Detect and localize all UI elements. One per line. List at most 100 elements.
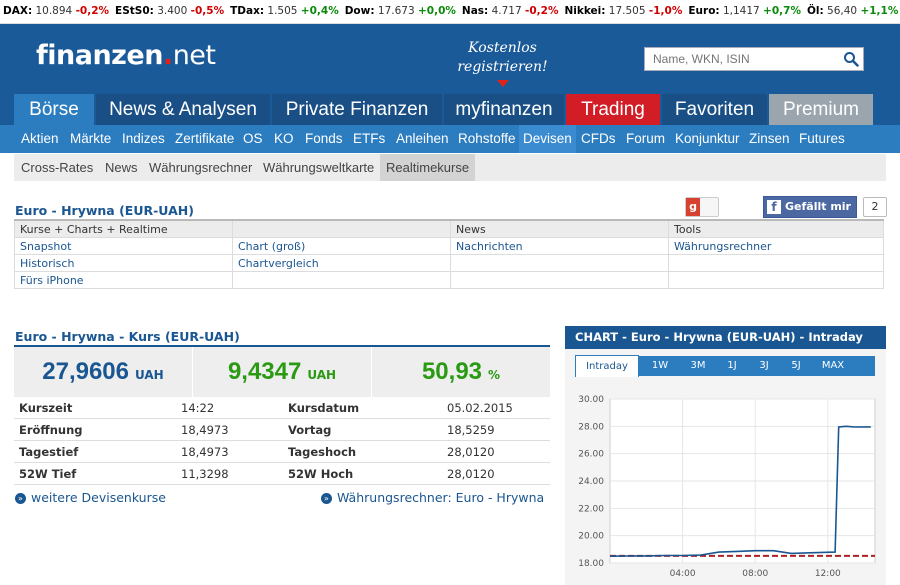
links-empty-cell [668, 254, 884, 272]
detail-value: 18,4973 [176, 418, 283, 441]
promo-line-1: Kostenlos [468, 40, 537, 56]
nav-trading[interactable]: Trading [566, 94, 660, 125]
chart-range-tabs: Intraday 1W 3M 1J 3J 5J MAX [575, 355, 875, 377]
link-historisch[interactable]: Historisch [14, 254, 233, 272]
nav-private-finanzen[interactable]: Private Finanzen [272, 94, 442, 125]
currency-subnav: Cross-Rates News Währungsrechner Währung… [14, 154, 886, 181]
link-waehrungsrechner-euro-hrywna[interactable]: » Währungsrechner: Euro - Hrywna [321, 490, 544, 505]
ticker-value: 1,1417 [719, 5, 764, 17]
link-iphone[interactable]: Fürs iPhone [14, 271, 233, 289]
nav-favoriten[interactable]: Favoriten [662, 94, 767, 125]
range-tab-3j[interactable]: 3J [751, 356, 777, 376]
subnav-indizes[interactable]: Indizes [122, 125, 165, 153]
range-tab-intraday[interactable]: Intraday [575, 355, 639, 377]
main-navigation: Börse News & Analysen Private Finanzen m… [0, 94, 900, 125]
ticker-item[interactable]: Nikkei: 17.505 -1,0% [564, 0, 682, 23]
links-empty-cell [450, 271, 669, 289]
subsub-realtimekurse[interactable]: Realtimekurse [380, 154, 476, 181]
subnav-anleihen[interactable]: Anleihen [396, 125, 449, 153]
register-promo[interactable]: Kostenlos registrieren! [455, 39, 550, 77]
subsub-waehrungsrechner[interactable]: Währungsrechner [149, 154, 252, 181]
ticker-name: DAX: [3, 5, 33, 17]
ticker-change: -0,2% [75, 5, 110, 17]
ticker-item[interactable]: Nas: 4.717 -0,2% [462, 0, 559, 23]
link-weitere-devisenkurse[interactable]: » weitere Devisenkurse [15, 490, 166, 505]
chevron-right-icon: » [15, 493, 26, 504]
ticker-name: EStS0: [115, 5, 154, 17]
subnav-konjunktur[interactable]: Konjunktur [675, 125, 740, 153]
gplus-button[interactable]: g+1 [685, 197, 719, 231]
gplus-icon: g [686, 198, 700, 216]
ticker-item[interactable]: TDax: 1.505 +0,4% [230, 0, 339, 23]
subnav-zinsen[interactable]: Zinsen [749, 125, 790, 153]
link-waehrungsrechner[interactable]: Währungsrechner [668, 237, 884, 255]
subnav-ko[interactable]: KO [274, 125, 294, 153]
range-tab-3m[interactable]: 3M [683, 356, 713, 376]
subnav-maerkte[interactable]: Märkte [70, 125, 111, 153]
site-logo[interactable]: finanzen.net [36, 40, 216, 71]
nav-myfinanzen[interactable]: myfinanzen [444, 94, 564, 125]
ticker-change: -0,5% [190, 5, 225, 17]
links-header-tools: Tools [668, 219, 884, 238]
range-tab-5j[interactable]: 5J [783, 356, 809, 376]
y-tick-label: 18.00 [578, 559, 604, 569]
detail-label: Kurszeit [14, 397, 176, 419]
subsub-waehrungsweltkarte[interactable]: Währungsweltkarte [263, 154, 374, 181]
subnav-os[interactable]: OS [243, 125, 263, 153]
nav-boerse[interactable]: Börse [14, 94, 94, 125]
promo-line-2: registrieren! [457, 59, 548, 75]
facebook-like-button[interactable]: f Gefällt mir [763, 196, 857, 218]
search-icon[interactable] [843, 51, 859, 67]
y-tick-label: 20.00 [578, 532, 604, 542]
sub-navigation: Aktien Märkte Indizes Zertifikate OS KO … [0, 125, 900, 153]
link-chartvergleich[interactable]: Chartvergleich [232, 254, 451, 272]
link-snapshot[interactable]: Snapshot [14, 237, 233, 255]
ticker-change: +1,1% [860, 5, 899, 17]
ticker-item[interactable]: Euro: 1,1417 +0,7% [688, 0, 801, 23]
detail-value: 28,0120 [442, 440, 550, 463]
y-tick-label: 30.00 [578, 395, 604, 405]
range-tab-1j[interactable]: 1J [719, 356, 745, 376]
subsub-cross-rates[interactable]: Cross-Rates [21, 154, 93, 181]
ticker-value: 17.673 [374, 5, 418, 17]
ticker-name: TDax: [230, 5, 265, 17]
quote-price: 27,9606 UAH [14, 347, 192, 397]
subnav-zertifikate[interactable]: Zertifikate [175, 125, 234, 153]
detail-label: 52W Hoch [283, 462, 442, 485]
detail-value: 11,3298 [176, 462, 283, 485]
ticker-item[interactable]: EStS0: 3.400 -0,5% [115, 0, 224, 23]
ticker-item[interactable]: DAX: 10.894 -0,2% [3, 0, 109, 23]
nav-news-analysen[interactable]: News & Analysen [96, 94, 270, 125]
subnav-fonds[interactable]: Fonds [305, 125, 343, 153]
search-box [644, 47, 864, 71]
ticker-value: 1.505 [264, 5, 301, 17]
ticker-name: Nas: [461, 5, 489, 17]
detail-value: 18,4973 [176, 440, 283, 463]
range-tab-1w[interactable]: 1W [645, 356, 675, 376]
subnav-aktien[interactable]: Aktien [21, 125, 59, 153]
ticker-item[interactable]: Öl: 56,40 +1,1% [807, 0, 898, 23]
search-input[interactable] [645, 48, 843, 70]
detail-value: 05.02.2015 [442, 397, 550, 419]
link-label: weitere Devisenkurse [31, 490, 166, 505]
ticker-change: +0,0% [417, 5, 456, 17]
subnav-devisen[interactable]: Devisen [519, 125, 576, 153]
link-chart-gross[interactable]: Chart (groß) [232, 237, 451, 255]
ticker-change: +0,4% [300, 5, 339, 17]
subnav-forum[interactable]: Forum [626, 125, 665, 153]
subnav-futures[interactable]: Futures [799, 125, 845, 153]
ticker-name: Euro: [688, 5, 720, 17]
ticker-item[interactable]: Dow: 17.673 +0,0% [345, 0, 456, 23]
facebook-like-count: 2 [863, 197, 887, 217]
range-tab-max[interactable]: MAX [817, 356, 849, 376]
change-value: 9,4347 [227, 358, 302, 385]
quote-title: Euro - Hrywna - Kurs (EUR-UAH) [15, 329, 240, 344]
ticker-change: +0,7% [763, 5, 801, 17]
nav-premium[interactable]: Premium [769, 94, 873, 125]
subnav-etfs[interactable]: ETFs [353, 125, 385, 153]
subnav-cfds[interactable]: CFDs [581, 125, 616, 153]
subnav-rohstoffe[interactable]: Rohstoffe [458, 125, 516, 153]
link-nachrichten[interactable]: Nachrichten [450, 237, 669, 255]
subsub-news[interactable]: News [105, 154, 138, 181]
site-header: finanzen.net Kostenlos registrieren! [0, 24, 900, 94]
